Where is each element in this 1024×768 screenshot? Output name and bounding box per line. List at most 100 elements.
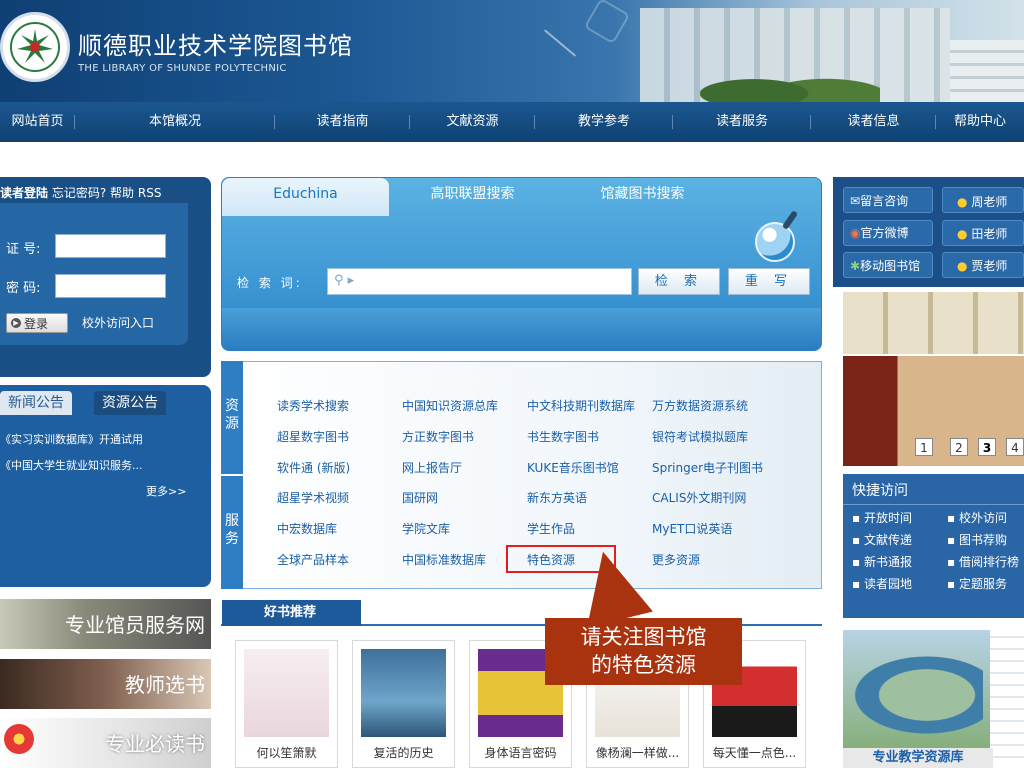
nav-home[interactable]: 网站首页 [0,102,75,142]
resource-link[interactable]: 读秀学术搜索 [277,397,349,414]
nav-resources[interactable]: 文献资源 [410,102,535,142]
resource-link[interactable]: Springer电子刊图书 [652,459,763,476]
news-more-link[interactable]: 更多>> [146,483,186,499]
resource-side-bar: 资源 服务 [221,361,243,589]
promo-label: 专业必读书 [105,732,205,756]
qq-icon: ● [957,227,968,241]
side-label-resources: 资源 [225,398,239,432]
resource-link[interactable]: CALIS外文期刊网 [652,489,746,506]
resource-link[interactable]: 国研网 [402,489,438,506]
exhibition-photo[interactable] [843,292,1024,354]
nav-reader-info[interactable]: 读者信息 [811,102,936,142]
resource-link[interactable]: 超星学术视频 [277,489,349,506]
resource-link[interactable]: 全球产品样本 [277,551,349,568]
quick-link-label: 开放时间 [863,511,912,525]
quick-link[interactable]: ▪ 图书荐购 [947,531,1007,548]
news-item[interactable]: 《实习实训数据库》开通试用 [0,431,143,447]
event-photo-slider[interactable] [843,356,1024,466]
search-button[interactable]: 检 索 [638,268,720,295]
resource-link[interactable]: 银符考试模拟题库 [652,428,748,445]
reset-button[interactable]: 重 写 [728,268,810,295]
resource-link[interactable]: 软件通 (新版) [277,459,350,476]
quick-link[interactable]: ▪ 新书通报 [852,553,912,570]
book-title[interactable]: 复活的历史 [352,744,455,761]
password-input[interactable] [55,274,166,298]
book-title[interactable]: 何以笙箫默 [235,744,338,761]
resource-link[interactable]: 中国标准数据库 [402,551,486,568]
resource-link[interactable]: 学生作品 [527,520,575,537]
book-title[interactable]: 像杨澜一样做... [586,744,689,761]
promo-required-reading[interactable]: 专业必读书 [0,718,211,768]
news-item[interactable]: 《中国大学生就业知识服务... [0,457,143,473]
forgot-password-link[interactable]: 忘记密码? [52,186,106,200]
slider-page-1[interactable]: 1 [915,438,933,456]
play-icon: ▶ [11,318,21,328]
resource-link[interactable]: 新东方英语 [527,489,587,506]
resource-link[interactable]: 方正数字图书 [402,428,474,445]
resource-link[interactable]: MyET口说英语 [652,520,732,537]
nav-guide[interactable]: 读者指南 [275,102,410,142]
tab-catalog-search[interactable]: 馆藏图书搜索 [570,178,715,216]
callout-line-1: 请关注图书馆 [580,625,707,649]
resource-link[interactable]: 中国知识资源总库 [402,397,498,414]
quick-link[interactable]: ▪ 文献传递 [852,531,912,548]
rss-link[interactable]: RSS [138,186,162,200]
weibo-icon: ◉ [850,226,861,240]
offcampus-access-link[interactable]: 校外访问入口 [82,314,154,331]
resource-link[interactable]: 学院文库 [402,520,450,537]
search-input[interactable]: ⚲ ▸ [327,268,632,295]
quick-link-label: 文献传递 [863,533,912,547]
weibo-link[interactable]: ◉官方微博 [850,224,909,241]
library-subtitle: THE LIBRARY OF SHUNDE POLYTECHNIC [78,63,287,74]
qq-icon: ● [957,259,968,273]
main-nav: 网站首页 本馆概况 读者指南 文献资源 教学参考 读者服务 读者信息 帮助中心 [0,102,1024,142]
teacher-jia-link[interactable]: ● 贾老师 [957,257,1007,274]
nav-help[interactable]: 帮助中心 [936,102,1024,142]
promo-librarian-service[interactable]: 专业馆员服务网 [0,599,211,649]
resource-link[interactable]: KUKE音乐图书馆 [527,459,619,476]
quick-access-title: 快捷访问 [852,483,908,499]
nav-teaching[interactable]: 教学参考 [535,102,673,142]
quick-link[interactable]: ▪ 开放时间 [852,509,912,526]
resource-link[interactable]: 超星数字图书 [277,428,349,445]
quick-link[interactable]: ▪ 读者园地 [852,575,912,592]
resource-link[interactable]: 中宏数据库 [277,520,337,537]
tab-alliance-search[interactable]: 高职联盟搜索 [400,178,545,216]
quick-link-label: 校外访问 [958,511,1007,525]
reader-id-input[interactable] [55,234,166,258]
tab-resource-news[interactable]: 资源公告 [94,391,166,415]
login-header: 读者登陆 忘记密码? 帮助 RSS [0,184,161,201]
nav-about[interactable]: 本馆概况 [75,102,275,142]
quick-link[interactable]: ▪ 定题服务 [947,575,1007,592]
book-title[interactable]: 每天懂一点色... [703,744,806,761]
consult-link[interactable]: ✉留言咨询 [850,192,908,209]
book-title[interactable]: 身体语言密码 [469,744,572,761]
quick-link[interactable]: ▪ 校外访问 [947,509,1007,526]
slider-page-3[interactable]: 3 [978,438,996,456]
promo-teacher-select[interactable]: 教师选书 [0,659,211,709]
resource-link[interactable]: 书生数字图书 [527,428,599,445]
teacher-zhou-link[interactable]: ● 周老师 [957,193,1007,210]
slider-page-2[interactable]: 2 [950,438,968,456]
message-icon: ✉ [850,194,861,208]
resource-link[interactable]: 网上报告厅 [402,459,462,476]
nav-services[interactable]: 读者服务 [673,102,811,142]
login-button[interactable]: ▶ 登录 [6,313,68,333]
header-bird-decoration [544,29,576,57]
weibo-label: 官方微博 [860,226,909,240]
more-resources-link[interactable]: 更多资源 [652,551,700,568]
book-cover-image [244,649,329,737]
resource-link[interactable]: 中文科技期刊数据库 [527,397,635,414]
help-link[interactable]: 帮助 [110,186,134,200]
tab-news[interactable]: 新闻公告 [0,391,72,415]
mobile-library-link[interactable]: ✱移动图书馆 [850,257,920,274]
teacher-tian-link[interactable]: ● 田老师 [957,225,1007,242]
resource-link[interactable]: 万方数据资源系统 [652,397,748,414]
teaching-resources-caption[interactable]: 专业教学资源库 [843,748,993,768]
school-logo[interactable] [0,12,70,82]
slider-page-4[interactable]: 4 [1006,438,1024,456]
tab-educhina[interactable]: Educhina [222,178,389,216]
consult-label: 留言咨询 [860,194,909,208]
quick-link-label: 读者园地 [863,577,912,591]
quick-link[interactable]: ▪ 借阅排行榜 [947,553,1019,570]
